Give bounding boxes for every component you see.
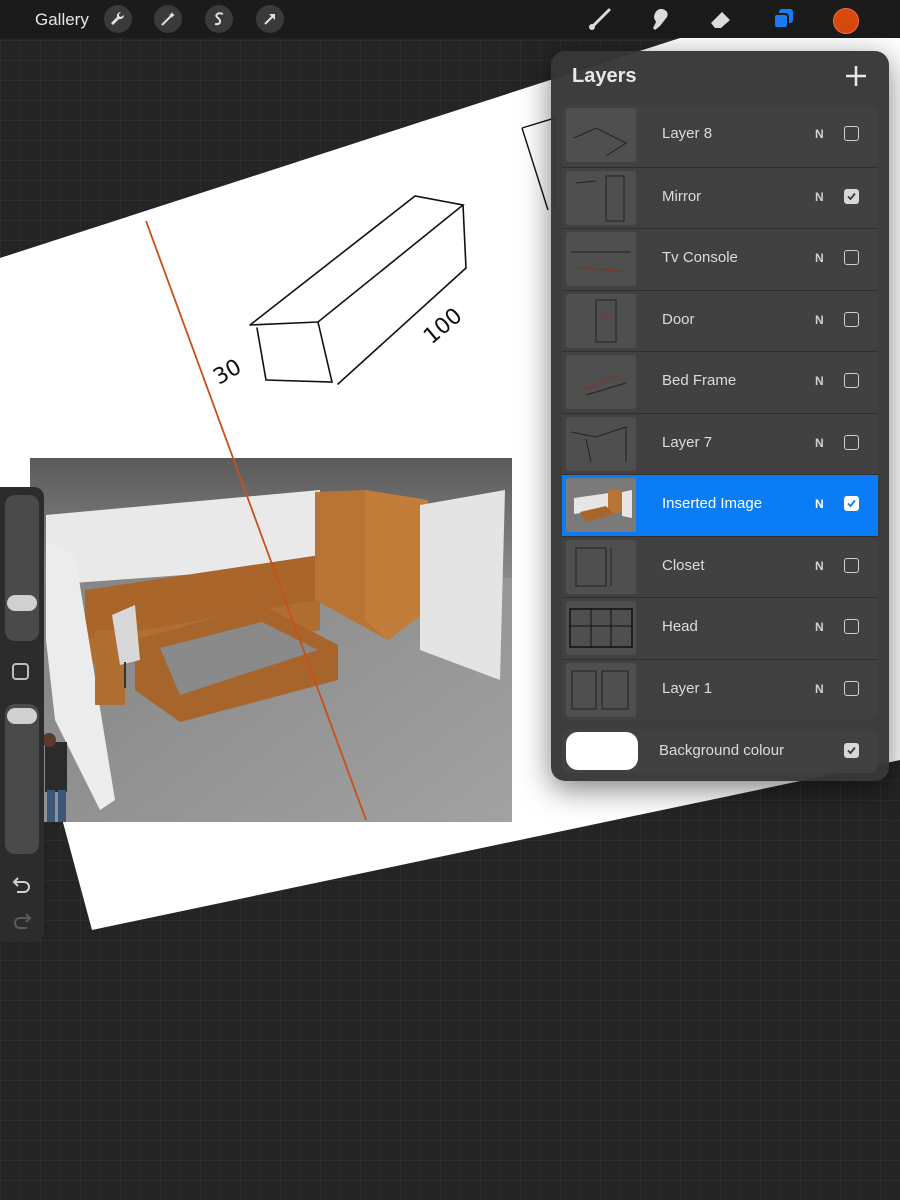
blend-mode-button[interactable]: N [815, 313, 824, 327]
layer-thumbnail [566, 416, 636, 471]
layer-thumbnail [566, 232, 636, 286]
smudge-icon[interactable] [645, 5, 675, 33]
visibility-checkbox[interactable] [844, 126, 859, 141]
background-colour-swatch[interactable] [566, 732, 638, 770]
layer-thumbnail [566, 293, 636, 348]
visibility-checkbox[interactable] [844, 373, 859, 388]
layer-thumbnail [566, 108, 636, 162]
visibility-checkbox[interactable] [844, 619, 859, 634]
add-layer-icon[interactable] [841, 61, 871, 91]
layer-row-layer-1[interactable]: Layer 1 N [562, 658, 878, 721]
blend-mode-button[interactable]: N [815, 620, 824, 634]
visibility-checkbox[interactable] [844, 496, 859, 511]
layer-name: Door [662, 310, 695, 328]
selection-icon[interactable] [205, 5, 233, 33]
visibility-checkbox[interactable] [844, 434, 859, 450]
layer-name: Layer 8 [662, 125, 713, 142]
layer-name: Tv Console [662, 249, 738, 266]
color-picker-button[interactable] [833, 8, 859, 34]
blend-mode-button[interactable]: N [815, 251, 824, 265]
layer-row-mirror[interactable]: Mirror N [562, 166, 878, 229]
layer-list: Layer 8 N Mirror N Tv Console N Door N B… [562, 105, 878, 720]
layer-row-closet[interactable]: Closet N [562, 535, 878, 598]
visibility-checkbox[interactable] [844, 557, 859, 573]
undo-icon[interactable] [11, 875, 33, 893]
visibility-checkbox[interactable] [844, 311, 859, 327]
magic-wand-icon[interactable] [154, 5, 182, 33]
brush-size-thumb[interactable] [7, 595, 37, 611]
layer-name: Head [662, 618, 698, 635]
modify-button[interactable] [12, 663, 29, 680]
gallery-button[interactable]: Gallery [35, 10, 89, 30]
opacity-thumb[interactable] [7, 708, 37, 724]
layer-thumbnail [566, 478, 636, 532]
layer-row-inserted-image[interactable]: Inserted Image N [562, 474, 878, 536]
brush-icon[interactable] [585, 5, 615, 33]
layer-name: Layer 1 [662, 679, 713, 697]
visibility-checkbox[interactable] [844, 188, 859, 204]
transform-icon[interactable] [256, 5, 284, 33]
blend-mode-button[interactable]: N [815, 190, 824, 204]
redo-icon[interactable] [11, 911, 33, 929]
layer-row-tv-console[interactable]: Tv Console N [562, 228, 878, 290]
background-colour-label: Background colour [659, 742, 785, 759]
blend-mode-button[interactable]: N [815, 682, 824, 696]
opacity-slider[interactable] [5, 704, 39, 854]
blend-mode-button[interactable]: N [815, 559, 824, 573]
top-toolbar: Gallery [0, 0, 900, 38]
layer-name: Mirror [662, 187, 702, 205]
layers-panel-title: Layers [572, 65, 637, 87]
layer-thumbnail [566, 170, 636, 225]
visibility-checkbox[interactable] [844, 743, 859, 758]
eraser-icon[interactable] [706, 5, 736, 33]
layer-name: Bed Frame [662, 372, 737, 389]
layer-row-bed-frame[interactable]: Bed Frame N [562, 351, 878, 413]
layer-name: Closet [662, 556, 705, 574]
layers-panel: Layers Layer 8 N Mirror N Tv Console N D… [551, 51, 889, 781]
layer-row-layer-8[interactable]: Layer 8 N [562, 105, 878, 167]
layer-thumbnail [566, 601, 636, 655]
layer-row-head[interactable]: Head N [562, 597, 878, 659]
visibility-checkbox[interactable] [844, 250, 859, 265]
layer-thumbnail [566, 662, 636, 717]
layer-name: Inserted Image [662, 495, 763, 512]
layer-thumbnail [566, 539, 636, 594]
visibility-checkbox[interactable] [844, 680, 859, 696]
layer-name: Layer 7 [662, 433, 713, 451]
side-toolbar [0, 487, 44, 942]
layer-row-door[interactable]: Door N [562, 289, 878, 352]
layer-thumbnail [566, 355, 636, 409]
wrench-icon[interactable] [104, 5, 132, 33]
brush-size-slider[interactable] [5, 495, 39, 641]
blend-mode-button[interactable]: N [815, 127, 824, 141]
blend-mode-button[interactable]: N [815, 497, 824, 511]
blend-mode-button[interactable]: N [815, 374, 824, 388]
layer-row-layer-7[interactable]: Layer 7 N [562, 412, 878, 475]
background-colour-row[interactable]: Background colour [562, 729, 878, 773]
blend-mode-button[interactable]: N [815, 436, 824, 450]
layers-icon[interactable] [768, 5, 798, 33]
inserted-render-image [30, 458, 512, 822]
